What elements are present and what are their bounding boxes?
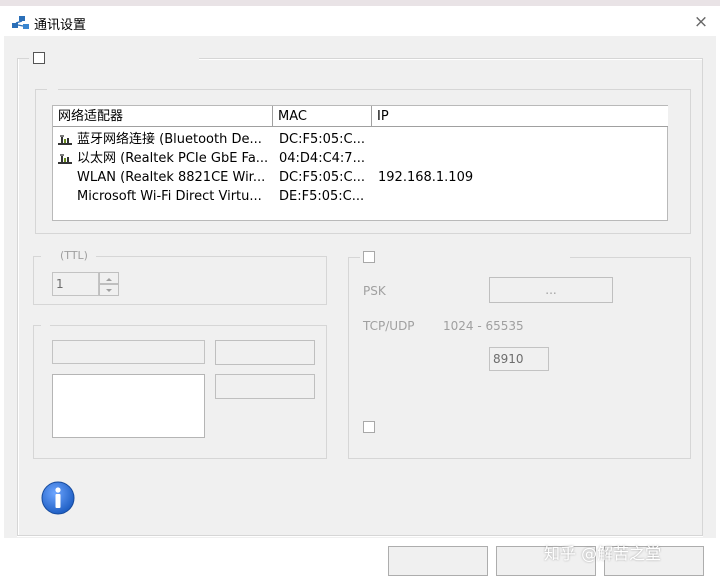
adapter-row[interactable]: Microsoft Wi-Fi Direct Virtu... DE:F5:05… [53, 187, 667, 206]
spin-up-button[interactable] [99, 272, 119, 284]
psk-label: PSK [363, 284, 386, 298]
arrow-up-icon [106, 278, 112, 281]
adapter-ip: 192.168.1.109 [378, 170, 474, 185]
ttl-input[interactable]: 1 [52, 272, 99, 296]
network-share-icon [12, 16, 29, 29]
adapter-mac: DC:F5:05:C... [279, 132, 365, 147]
adapter-row[interactable]: 蓝牙网络连接 (Bluetooth De... DC:F5:05:C... [53, 130, 667, 149]
adapter-mac: DC:F5:05:C... [279, 170, 365, 185]
adapter-row[interactable]: WLAN (Realtek 8821CE Wir... DC:F5:05:C..… [53, 168, 667, 187]
spin-down-button[interactable] [99, 284, 119, 296]
adapter-list-header: 网络适配器 MAC IP [53, 106, 668, 128]
add-button[interactable] [215, 340, 315, 365]
network-adapter-icon [58, 135, 72, 145]
adapter-mac: DE:F5:05:C... [279, 189, 365, 204]
adapter-list[interactable]: 网络适配器 MAC IP 蓝牙网络连接 (Bluetooth De... DC:… [52, 105, 668, 221]
ttl-group-title: (TTL) [58, 249, 90, 262]
port-label: TCP/UDP [363, 319, 415, 333]
arrow-down-icon [106, 289, 112, 292]
title-bar: 通讯设置 × [0, 6, 720, 36]
address-input[interactable] [52, 340, 205, 364]
adapter-name: WLAN (Realtek 8821CE Wir... [77, 170, 266, 185]
watermark-text: 知乎 @解苦之堂 [544, 544, 662, 563]
column-mac[interactable]: MAC [273, 106, 372, 127]
ok-button[interactable] [388, 546, 488, 576]
port-range-label: 1024 - 65535 [443, 319, 524, 333]
network-adapter-icon [58, 154, 72, 164]
window-title: 通讯设置 [34, 18, 87, 33]
enable-network-checkbox[interactable] [33, 52, 45, 64]
psk-button[interactable]: ... [489, 277, 613, 303]
adapter-name: 以太网 (Realtek PCIe GbE Fa... [77, 151, 269, 166]
adapter-row[interactable]: 以太网 (Realtek PCIe GbE Fa... 04:D4:C4:7..… [53, 149, 667, 168]
option-checkbox[interactable] [363, 421, 375, 433]
adapter-name: 蓝牙网络连接 (Bluetooth De... [77, 132, 262, 147]
encryption-checkbox[interactable] [363, 251, 375, 263]
info-icon [41, 481, 75, 515]
column-adapter[interactable]: 网络适配器 [53, 106, 273, 127]
remove-button[interactable] [215, 374, 315, 399]
ttl-spinner[interactable] [99, 272, 119, 296]
adapter-mac: 04:D4:C4:7... [279, 151, 365, 166]
adapter-name: Microsoft Wi-Fi Direct Virtu... [77, 189, 262, 204]
column-ip[interactable]: IP [372, 106, 668, 127]
close-button[interactable]: × [688, 10, 714, 34]
address-list[interactable] [52, 374, 205, 438]
port-input[interactable]: 8910 [489, 347, 549, 371]
